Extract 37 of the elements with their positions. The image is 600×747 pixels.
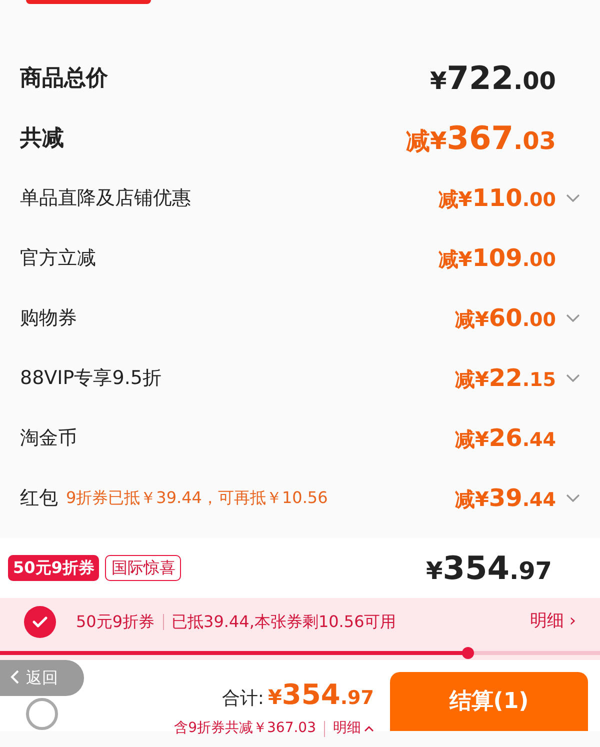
row-label: 单品直降及店铺优惠 xyxy=(20,186,191,211)
coupon-info: 已抵39.44,本张券剩10.56可用 xyxy=(172,611,396,633)
final-price: ¥354.97 xyxy=(426,548,552,589)
amount-text: 减¥109.00 xyxy=(438,243,556,274)
coupon-tag: 50元9折券 xyxy=(8,555,100,581)
row-label: 商品总价 xyxy=(20,64,108,92)
row-label: 购物券 xyxy=(20,306,77,331)
discount-summary: 含9折券共减￥367.03 xyxy=(174,719,316,738)
checkbox[interactable] xyxy=(24,606,56,638)
coupon-tag: 国际惊喜 xyxy=(105,555,182,581)
amount-text: 减¥39.44 xyxy=(455,483,556,514)
amount-text: 减¥110.00 xyxy=(438,183,556,214)
row-label: 红包 xyxy=(20,486,58,511)
amount-text: 减¥60.00 xyxy=(455,303,556,334)
row-note: 9折券已抵￥39.44，可再抵￥10.56 xyxy=(66,487,328,509)
amount-text: 减¥22.15 xyxy=(455,363,556,394)
chevron-down-icon[interactable] xyxy=(566,193,580,203)
amount-text: 减¥26.44 xyxy=(455,423,556,454)
amount-text: 减¥367.03 xyxy=(406,118,556,159)
row-label: 淘金币 xyxy=(20,426,77,451)
chevron-left-icon xyxy=(10,669,20,685)
summary-link[interactable]: 明细 xyxy=(333,718,361,739)
row-label: 官方立减 xyxy=(20,246,96,271)
checkout-button[interactable]: 结算(1) xyxy=(390,672,588,731)
total-price: ¥354.97 xyxy=(268,677,374,713)
chevron-down-icon[interactable] xyxy=(566,313,580,323)
chevron-down-icon[interactable] xyxy=(566,493,580,503)
back-button[interactable]: 返回 xyxy=(0,660,84,696)
coupon-name: 50元9折券 xyxy=(76,611,155,633)
check-icon xyxy=(32,616,48,628)
amount-text: ¥722.00 xyxy=(430,58,556,99)
row-label: 88VIP专享9.5折 xyxy=(20,366,162,391)
chevron-down-icon[interactable] xyxy=(566,373,580,383)
chevron-up-icon[interactable] xyxy=(364,725,374,732)
details-link[interactable]: 明细 › xyxy=(530,609,576,635)
row-label: 共减 xyxy=(20,124,64,152)
total-label: 合计: xyxy=(222,687,264,711)
